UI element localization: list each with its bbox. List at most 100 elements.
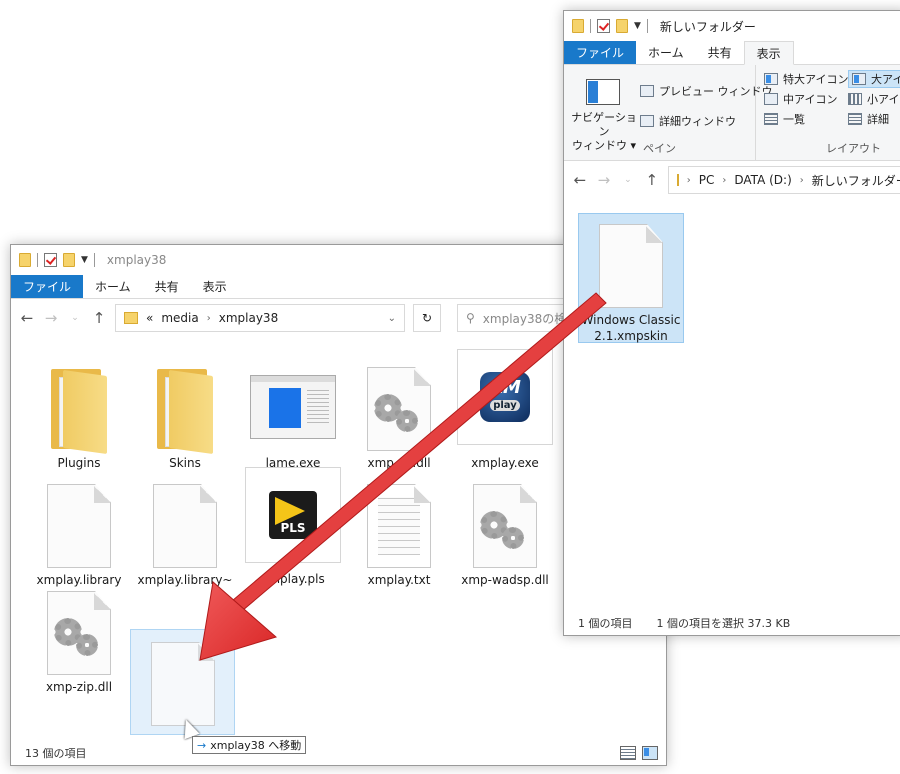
new-folder-icon[interactable]	[616, 19, 628, 33]
blank-file-icon	[153, 484, 217, 568]
file-item-skins[interactable]: Skins	[135, 355, 235, 471]
folder-icon	[157, 369, 213, 455]
new-folder-icon[interactable]	[63, 253, 75, 267]
details-view-icon[interactable]	[620, 746, 636, 760]
drag-tooltip-text: xmplay38 へ移動	[210, 739, 302, 752]
file-label: xmplay.pls	[261, 572, 325, 586]
details-view-label: 詳細	[867, 113, 889, 126]
details-view-button[interactable]: 詳細	[848, 111, 889, 127]
navigation-pane-icon[interactable]	[586, 79, 620, 105]
details-pane-button[interactable]: 詳細ウィンドウ	[640, 113, 736, 129]
file-item-xmp-cd[interactable]: xmp-cd.dll	[349, 355, 449, 471]
status-bar: 13 個の項目	[11, 741, 666, 765]
list-view-button[interactable]: 一覧	[764, 111, 805, 127]
exe-icon	[250, 375, 336, 439]
extra-large-icons-button[interactable]: 特大アイコン	[764, 71, 848, 87]
large-icons-view-icon[interactable]	[642, 746, 658, 760]
folder-icon	[51, 369, 107, 455]
details-pane-label: 詳細ウィンドウ	[659, 115, 736, 128]
search-icon: ⚲	[466, 311, 475, 325]
file-item-xmplay-txt[interactable]: xmplay.txt	[349, 472, 449, 588]
chevron-down-icon[interactable]: ⌄	[388, 313, 396, 324]
small-icons-button[interactable]: 小アイ	[848, 91, 899, 107]
separator	[37, 253, 38, 267]
file-item-lame[interactable]: lame.exe	[243, 355, 343, 471]
tab-file[interactable]: ファイル	[11, 275, 84, 298]
dll-gear-icon	[473, 484, 537, 568]
chevron-down-icon[interactable]: ▼	[81, 255, 88, 265]
drag-tooltip: → xmplay38 へ移動	[192, 736, 307, 754]
file-item-xmplay-library-backup[interactable]: xmplay.library~	[135, 472, 235, 588]
search-input[interactable]: ⚲ xmplay38の検索	[457, 304, 577, 332]
file-label: xmplay.txt	[367, 573, 431, 587]
file-item-xmplay-library[interactable]: xmplay.library	[29, 472, 129, 588]
move-arrow-icon: →	[197, 738, 207, 752]
breadcrumb-new-folder[interactable]: 新しいフォルダー	[812, 172, 900, 189]
file-label: xmplay.exe	[471, 456, 539, 470]
tab-home[interactable]: ホーム	[636, 41, 696, 64]
file-label: xmplay.library~	[137, 573, 233, 587]
new-folder-window: ▼ 新しいフォルダー ファイル ホーム 共有 表示 ナビゲーション ウィンドウ …	[563, 10, 900, 636]
back-arrow-icon[interactable]: ←	[19, 309, 35, 327]
chevron-right-icon[interactable]: ›	[800, 175, 804, 186]
breadcrumb-media[interactable]: media	[161, 311, 198, 325]
properties-icon[interactable]	[597, 19, 610, 33]
forward-arrow-icon[interactable]: →	[596, 171, 612, 189]
file-label-line2: 2.1.xmpskin	[594, 329, 668, 343]
forward-arrow-icon[interactable]: →	[43, 309, 59, 327]
tab-home[interactable]: ホーム	[83, 275, 143, 298]
xmplay-app-icon: XM play	[480, 372, 530, 422]
pls-playlist-icon: PLS	[269, 491, 317, 539]
up-arrow-icon[interactable]: ↑	[644, 171, 660, 189]
refresh-button[interactable]: ↻	[413, 304, 441, 332]
breadcrumb-xmplay38[interactable]: xmplay38	[219, 311, 278, 325]
title-bar[interactable]: ▼ 新しいフォルダー	[564, 11, 900, 41]
file-item-xmplay-pls[interactable]: PLS xmplay.pls	[243, 467, 343, 587]
medium-icons-icon	[764, 93, 778, 105]
blank-file-icon	[599, 224, 663, 308]
chevron-right-icon[interactable]: ›	[722, 175, 726, 186]
list-view-label: 一覧	[783, 113, 805, 126]
tab-view[interactable]: 表示	[191, 275, 239, 298]
extra-large-icons-icon	[764, 73, 778, 85]
separator	[590, 19, 591, 33]
breadcrumb-overflow[interactable]: «	[146, 311, 153, 325]
tab-share[interactable]: 共有	[696, 41, 744, 64]
file-label: Windows Classic 2.1.xmpskin	[579, 312, 683, 344]
breadcrumb-pc[interactable]: PC	[699, 173, 715, 187]
preview-pane-icon	[640, 85, 654, 97]
large-icons-icon	[852, 73, 866, 85]
chevron-right-icon[interactable]: ›	[207, 313, 211, 324]
properties-icon[interactable]	[44, 253, 57, 267]
file-item-xmplay-exe[interactable]: XM play xmplay.exe	[455, 349, 555, 471]
tab-view[interactable]: 表示	[743, 41, 794, 65]
file-item-xmp-wadsp[interactable]: xmp-wadsp.dll	[455, 472, 555, 588]
medium-icons-button[interactable]: 中アイコン	[764, 91, 837, 107]
up-arrow-icon[interactable]: ↑	[91, 309, 107, 327]
breadcrumb-drive[interactable]: DATA (D:)	[734, 173, 791, 187]
large-icons-button[interactable]: 大アイ	[848, 70, 900, 88]
back-arrow-icon[interactable]: ←	[572, 171, 588, 189]
file-item-plugins[interactable]: Plugins	[29, 355, 129, 471]
tab-file[interactable]: ファイル	[564, 41, 637, 64]
chevron-down-icon[interactable]: ⌄	[67, 313, 83, 323]
file-item-xmp-zip[interactable]: xmp-zip.dll	[29, 579, 129, 695]
pane-group: ナビゲーション ウィンドウ ▾ プレビュー ウィンドウ 詳細ウィンドウ ペイン	[564, 65, 773, 160]
pane-group-label: ペイン	[643, 142, 676, 155]
chevron-down-icon[interactable]: ▼	[634, 21, 641, 31]
address-bar[interactable]: « media › xmplay38 ⌄	[115, 304, 405, 332]
selection-info: 1 個の項目を選択 37.3 KB	[656, 617, 791, 630]
preview-pane-button[interactable]: プレビュー ウィンドウ	[640, 83, 773, 99]
folder-icon	[124, 312, 138, 324]
chevron-down-icon[interactable]: ⌄	[620, 175, 636, 185]
address-bar[interactable]: › PC › DATA (D:) › 新しいフォルダー	[667, 166, 900, 194]
tab-share[interactable]: 共有	[143, 275, 191, 298]
window-title: xmplay38	[106, 253, 167, 267]
item-count: 13 個の項目	[25, 747, 87, 760]
text-file-icon	[367, 484, 431, 568]
chevron-right-icon[interactable]: ›	[687, 175, 691, 186]
drag-ghost	[130, 629, 235, 735]
medium-icons-label: 中アイコン	[783, 93, 838, 106]
list-view-icon	[764, 113, 778, 125]
file-item-windows-classic-skin[interactable]: Windows Classic 2.1.xmpskin	[578, 213, 684, 343]
